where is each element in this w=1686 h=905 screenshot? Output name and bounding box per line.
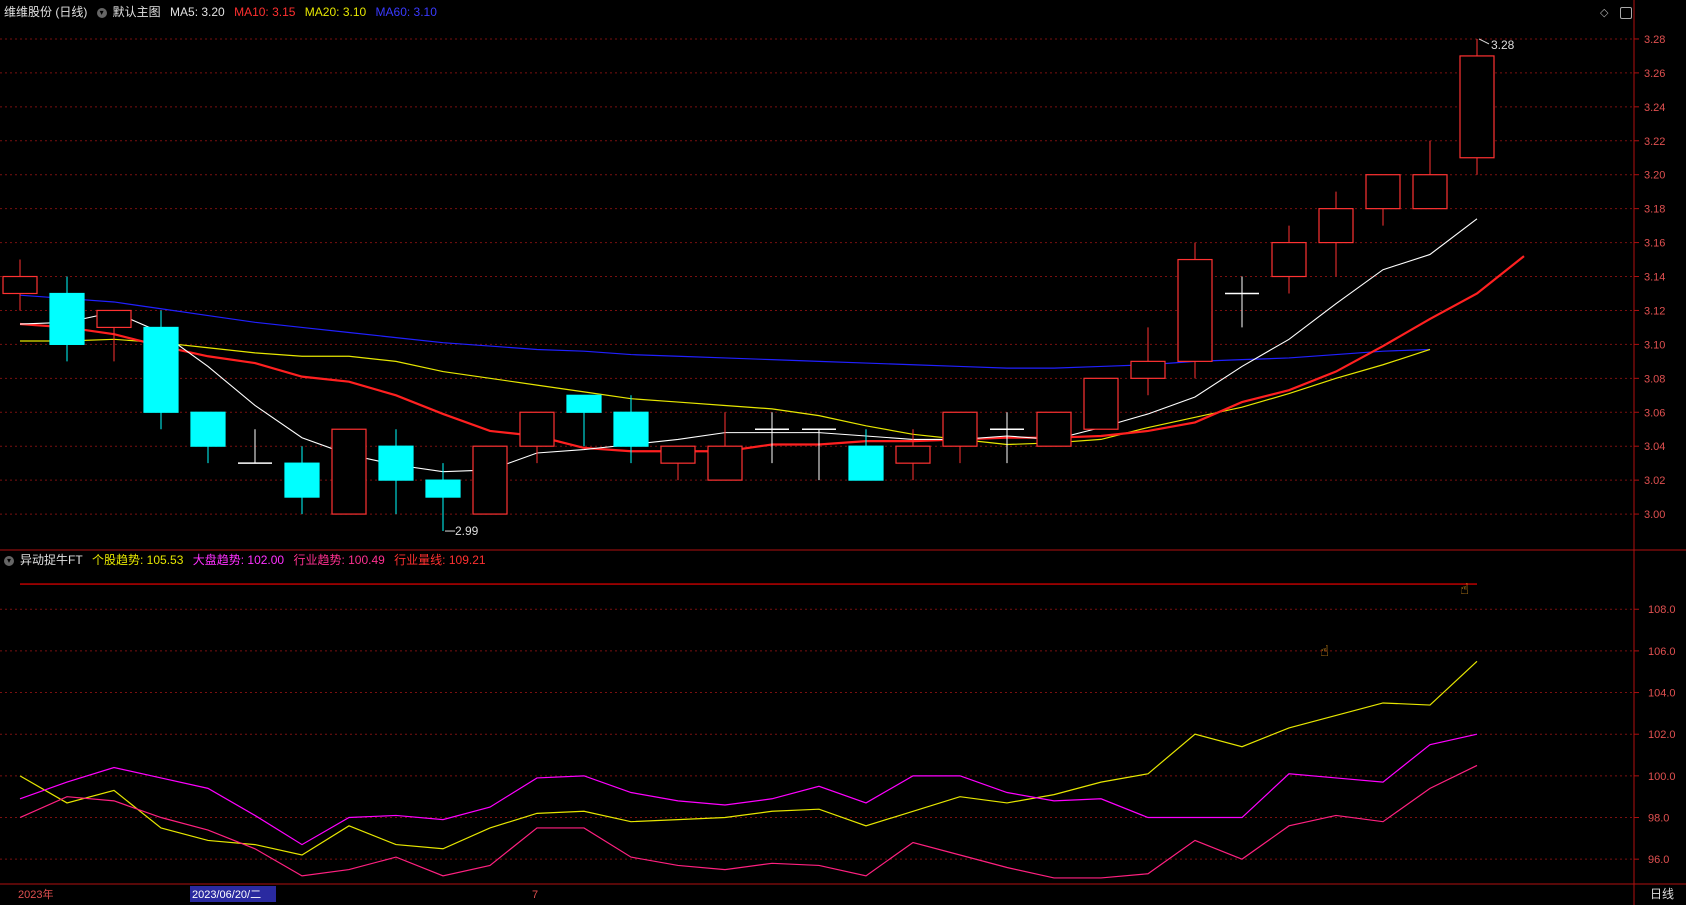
candle-body	[284, 462, 320, 498]
price-tick-label: 3.28	[1644, 34, 1665, 46]
stock-name[interactable]: 维维股份 (日线)	[4, 5, 87, 19]
ma60-value: MA60: 3.10	[375, 5, 437, 19]
price-tick-label: 3.14	[1644, 272, 1665, 284]
indicator-tick-label: 100.0	[1648, 771, 1676, 783]
indicator-lines	[19, 583, 1478, 879]
indicator-series-line	[19, 733, 1478, 846]
indicator-axis-ticks: 96.0 98.0 100.0 102.0 104.0 106.0 108.0	[1634, 604, 1676, 866]
price-axis-ticks: 3.00 3.02 3.04 3.06 3.08 3.10 3.12 3.14 3.16 3.18…	[1634, 34, 1665, 521]
price-tick-label: 3.24	[1644, 102, 1665, 114]
price-grid	[0, 38, 1634, 515]
main-chart-header: 维维股份 (日线) ▾ 默认主图 MA5: 3.20 MA10: 3.15 MA2…	[4, 4, 443, 20]
price-tick-label: 3.04	[1644, 441, 1665, 453]
hand-cursors: ☝ ☝	[1320, 581, 1469, 660]
chevron-down-icon[interactable]: ▾	[4, 555, 14, 566]
indicator-header: ▾ 异动捉牛FT 个股趋势: 105.53 大盘趋势: 102.00 行业趋势: …	[4, 552, 492, 568]
candle-body	[566, 394, 602, 413]
candle-body	[1412, 174, 1448, 210]
indicator-tick-label: 108.0	[1648, 604, 1676, 616]
diamond-icon[interactable]: ◇	[1600, 7, 1612, 19]
candle-body	[660, 445, 696, 464]
ma60-line	[19, 294, 1431, 369]
ma5-value: MA5: 3.20	[170, 5, 225, 19]
candle-body	[1271, 241, 1307, 278]
candle-body	[1318, 208, 1354, 244]
cursor-date: 2023/06/20/二	[192, 889, 261, 901]
candle-body	[1130, 360, 1166, 379]
price-tick-label: 3.26	[1644, 68, 1665, 80]
ma10-value: MA10: 3.15	[234, 5, 296, 19]
high-marker	[1478, 38, 1490, 45]
period-label[interactable]: 日线	[1650, 887, 1674, 901]
candle-body	[425, 479, 461, 498]
price-tick-label: 3.02	[1644, 475, 1665, 487]
candle-body	[895, 445, 931, 464]
candle-body	[1459, 55, 1495, 159]
indicator-series-line	[19, 764, 1478, 879]
chart-frame	[0, 0, 1686, 905]
candle-body	[143, 326, 179, 413]
price-tick-label: 3.18	[1644, 204, 1665, 216]
price-tick-label: 3.08	[1644, 373, 1665, 385]
stock-chart[interactable]: 3.00 3.02 3.04 3.06 3.08 3.10 3.12 3.14 3.16 3.18…	[0, 0, 1686, 905]
indicator-tick-label: 102.0	[1648, 729, 1676, 741]
candle-body	[472, 445, 508, 515]
indicator-grid	[0, 608, 1634, 860]
candle-body	[1177, 258, 1213, 362]
industry-trend-value: 行业趋势: 100.49	[293, 553, 385, 567]
high-price-label: 3.28	[1491, 38, 1515, 52]
candle-body	[331, 428, 367, 515]
price-tick-label: 3.00	[1644, 509, 1665, 521]
indicator-tick-label: 96.0	[1648, 854, 1669, 866]
indicator-tick-label: 106.0	[1648, 646, 1676, 658]
stock-trend-value: 个股趋势: 105.53	[92, 553, 184, 567]
candle-body	[1365, 174, 1401, 210]
candle-body	[1083, 377, 1119, 430]
candle-body	[613, 411, 649, 447]
price-annotations: 3.28 2.99	[445, 38, 1515, 538]
date-axis: 2023年 2023/06/20/二 7 日线	[18, 886, 1674, 902]
price-tick-label: 3.12	[1644, 305, 1665, 317]
candle-body	[848, 445, 884, 481]
chevron-down-icon[interactable]: ▾	[96, 7, 107, 18]
hand-cursor-icon: ☝	[1320, 643, 1329, 660]
candle-body	[2, 275, 38, 295]
indicator-tick-label: 104.0	[1648, 688, 1676, 700]
ma5-line	[19, 218, 1478, 473]
price-tick-label: 3.10	[1644, 339, 1665, 351]
candle-body	[378, 445, 414, 481]
price-tick-label: 3.20	[1644, 170, 1665, 182]
main-chart-label[interactable]: 默认主图	[113, 5, 161, 19]
candle-body	[190, 411, 226, 447]
candle-body	[1036, 411, 1072, 447]
ma20-value: MA20: 3.10	[304, 5, 367, 19]
hand-cursor-icon: ☝	[1460, 581, 1469, 598]
industry-line-value: 行业量线: 109.21	[394, 553, 486, 567]
candle-body	[519, 411, 555, 447]
candle-body	[96, 309, 132, 329]
candle-body	[942, 411, 978, 447]
price-tick-label: 3.16	[1644, 238, 1665, 250]
candlesticks[interactable]	[2, 38, 1495, 532]
window-toggle-icon[interactable]	[1620, 7, 1632, 19]
price-tick-label: 3.06	[1644, 407, 1665, 419]
date-tick-month: 7	[532, 889, 538, 901]
price-tick-label: 3.22	[1644, 136, 1665, 148]
market-trend-value: 大盘趋势: 102.00	[192, 553, 285, 567]
candle-body	[707, 445, 743, 481]
indicator-tick-label: 98.0	[1648, 813, 1669, 825]
candle-body	[49, 292, 85, 345]
indicator-series-line	[19, 660, 1478, 856]
date-tick-year: 2023年	[18, 887, 53, 901]
indicator-name[interactable]: 异动捉牛FT	[20, 553, 83, 567]
low-price-label: 2.99	[455, 524, 479, 538]
